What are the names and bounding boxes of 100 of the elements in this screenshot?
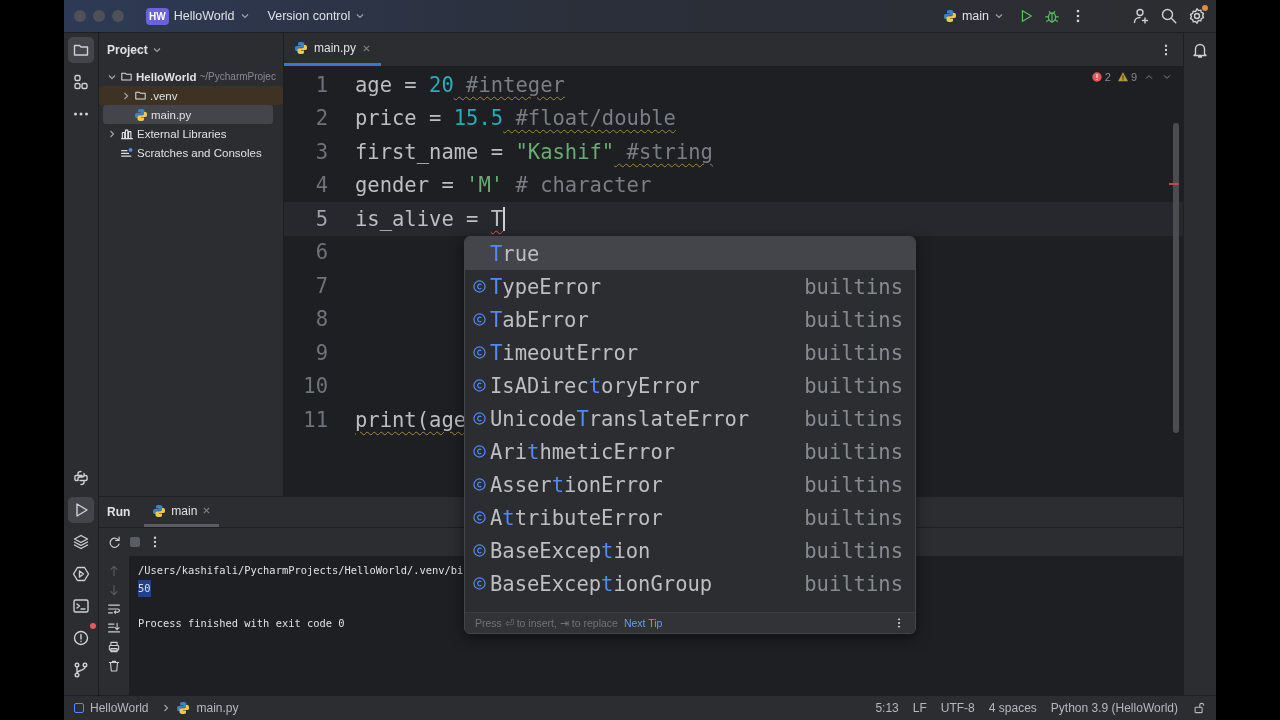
item-source: builtins xyxy=(804,274,903,299)
console-output: /Users/kashifali/PycharmProjects/HelloWorld/.venv/bi xyxy=(138,563,464,578)
line-number: 4 xyxy=(314,173,329,198)
line-number: 2 xyxy=(314,106,329,131)
item-source: builtins xyxy=(804,505,903,530)
notification-dot xyxy=(90,623,96,629)
class-icon xyxy=(473,313,486,326)
line-number: 1 xyxy=(314,72,329,97)
completion-item[interactable]: TimeoutError builtins xyxy=(465,336,915,369)
chevron-icon[interactable] xyxy=(107,128,117,139)
editor-tab[interactable]: main.py xyxy=(284,33,382,66)
line-number: 11 xyxy=(302,407,329,432)
print-icon[interactable] xyxy=(107,640,121,654)
item-name: AttributeError xyxy=(490,505,663,530)
completion-item[interactable]: IsADirectoryError builtins xyxy=(465,369,915,402)
item-source: builtins xyxy=(804,472,903,497)
run-tab[interactable]: main xyxy=(144,497,220,527)
item-label: Scratches and Consoles xyxy=(137,146,262,159)
completion-item[interactable]: AssertionError builtins xyxy=(465,468,915,501)
tree-item[interactable]: main.py xyxy=(103,105,273,124)
chevron-down-icon xyxy=(994,11,1004,21)
item-name: True xyxy=(490,241,540,266)
item-label: .venv xyxy=(150,89,178,102)
folder-icon xyxy=(134,89,147,102)
class-icon xyxy=(473,511,486,524)
code-line: first_name = "Kashif" #string xyxy=(355,139,713,164)
completion-item[interactable]: AttributeError builtins xyxy=(465,501,915,534)
chevron-down-icon xyxy=(239,11,250,21)
tree-item[interactable]: .venv xyxy=(99,86,283,105)
class-icon xyxy=(473,280,486,293)
search-icon[interactable] xyxy=(1160,7,1178,25)
close-icon[interactable] xyxy=(202,506,212,515)
line-number: 5 xyxy=(314,206,329,231)
scrollbar[interactable] xyxy=(1173,123,1179,433)
class-icon xyxy=(473,412,486,425)
console-output: Process finished with exit code 0 xyxy=(138,615,345,631)
vcs-menu[interactable]: Version control xyxy=(263,7,370,25)
completion-item[interactable]: ArithmeticError builtins xyxy=(465,435,915,468)
item-source: builtins xyxy=(804,439,903,464)
trash-icon[interactable] xyxy=(107,659,121,673)
status-item[interactable]: Python 3.9 (HelloWorld) xyxy=(1050,701,1178,715)
panel-title: Run xyxy=(107,505,131,519)
code-line: print(age xyxy=(355,407,467,432)
settings-icon[interactable] xyxy=(1188,7,1206,25)
chevron-down-icon xyxy=(355,11,366,21)
python-icon xyxy=(152,503,167,518)
close-icon[interactable] xyxy=(362,43,372,53)
status-item[interactable]: 4 spaces xyxy=(988,701,1037,715)
line-number: 8 xyxy=(314,307,329,332)
chevron-icon[interactable] xyxy=(121,90,131,101)
text-cursor xyxy=(503,206,506,231)
tree-item[interactable]: External Libraries xyxy=(103,124,281,143)
item-source: builtins xyxy=(804,340,903,365)
class-icon xyxy=(473,544,486,557)
python-icon xyxy=(942,9,957,23)
module-icon xyxy=(74,703,84,713)
completion-item[interactable]: BaseExceptionGroup builtins xyxy=(465,567,915,600)
completion-item[interactable]: True xyxy=(465,237,915,270)
add-user-icon[interactable] xyxy=(1132,7,1150,25)
chevron-down-icon xyxy=(151,45,162,55)
breadcrumb[interactable]: HelloWorld xyxy=(90,701,149,715)
bug-icon[interactable] xyxy=(1044,8,1060,24)
run-configuration-menu[interactable]: main xyxy=(938,7,1008,25)
class-icon xyxy=(473,346,486,359)
error-stripe-mark xyxy=(1169,183,1179,185)
line-number: 9 xyxy=(314,340,329,365)
console-output: 50 xyxy=(138,579,151,597)
code-line: price = 15.5 #float/double xyxy=(355,106,676,131)
item-name: TabError xyxy=(490,307,589,332)
library-icon xyxy=(120,126,134,141)
rerun-icon[interactable] xyxy=(107,534,122,550)
item-name: UnicodeTranslateError xyxy=(490,406,750,431)
completion-item[interactable]: TypeError builtins xyxy=(465,270,915,303)
hint-text: Press ⏎ to insert, ⇥ to replace xyxy=(475,617,618,629)
project-menu[interactable]: HW HelloWorld xyxy=(142,5,254,27)
completion-item[interactable]: TabError builtins xyxy=(465,303,915,336)
scratches-icon xyxy=(120,145,134,160)
completion-item[interactable]: UnicodeTranslateError builtins xyxy=(465,402,915,435)
panel-title[interactable]: Project xyxy=(107,43,148,57)
class-icon xyxy=(473,577,486,590)
status-item[interactable]: LF xyxy=(912,701,927,715)
code-line: age = 20 #integer xyxy=(355,72,565,97)
next-tip-link[interactable]: Next Tip xyxy=(623,617,663,629)
soft-wrap-icon[interactable] xyxy=(107,602,121,616)
item-label: HelloWorld xyxy=(136,70,197,83)
scroll-to-end-icon[interactable] xyxy=(107,621,121,635)
error-count[interactable]: 2 xyxy=(1104,71,1111,83)
status-item[interactable]: 5:13 xyxy=(875,701,899,715)
lock-icon[interactable] xyxy=(1192,701,1206,715)
project-badge: HW xyxy=(146,7,169,25)
tree-item[interactable]: Scratches and Consoles xyxy=(103,143,281,162)
status-item[interactable]: UTF-8 xyxy=(940,701,975,715)
line-number: 7 xyxy=(314,273,329,298)
tree-item[interactable]: HelloWorld ~/PycharmProjec xyxy=(103,67,281,86)
item-name: AssertionError xyxy=(490,472,663,497)
code-line: is_alive = T xyxy=(355,206,504,231)
item-source: builtins xyxy=(804,571,903,596)
warning-count[interactable]: 9 xyxy=(1130,71,1137,83)
breadcrumb[interactable]: main.py xyxy=(196,701,239,715)
completion-item[interactable]: BaseException builtins xyxy=(465,534,915,567)
